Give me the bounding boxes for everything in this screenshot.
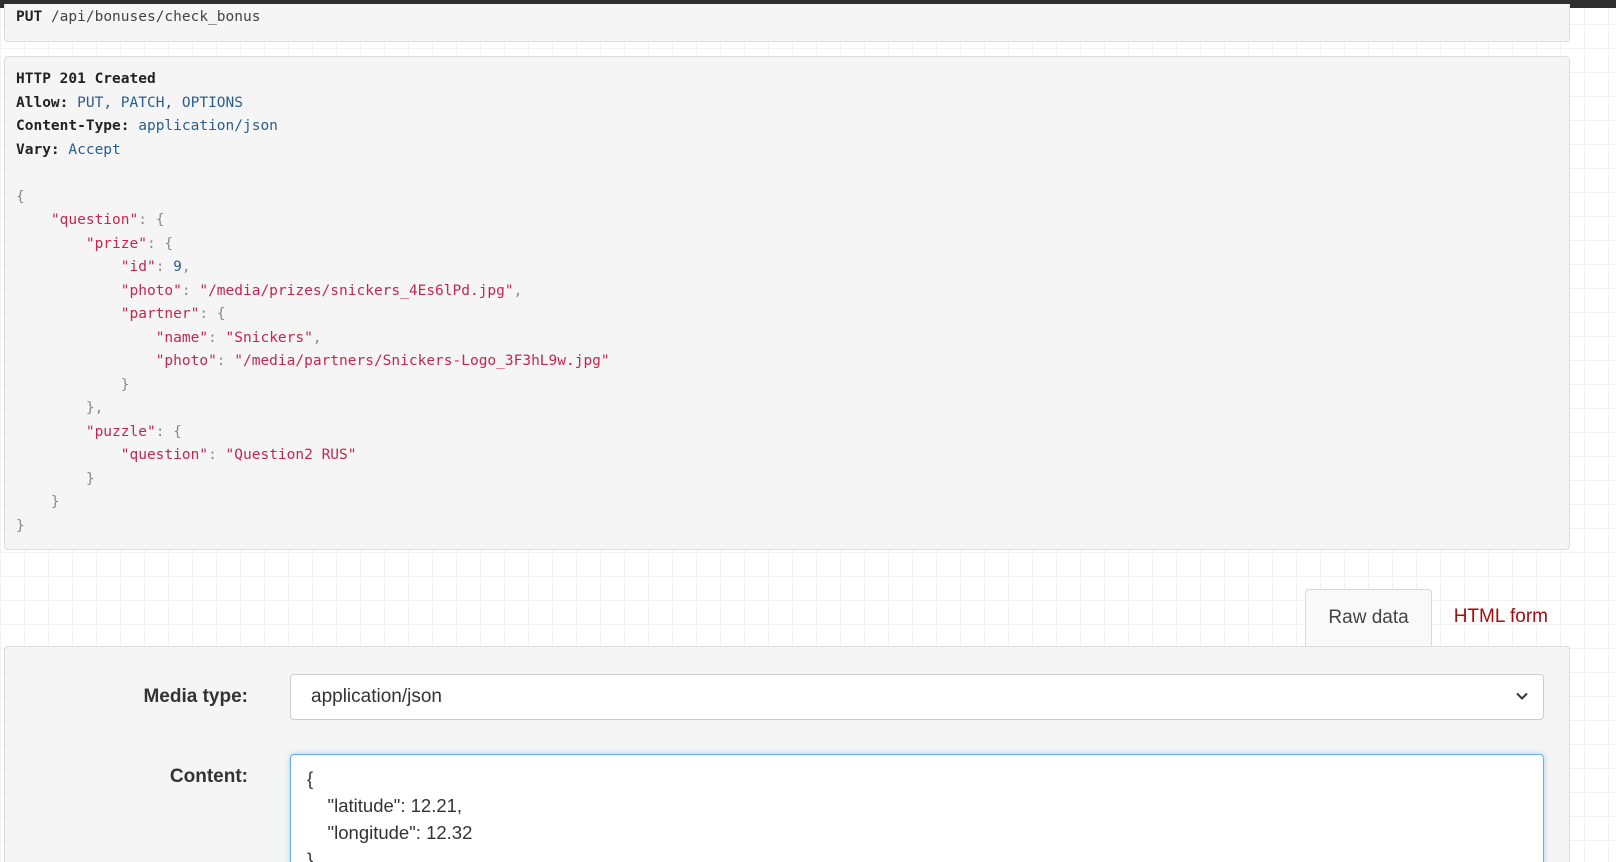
header-vary-key: Vary: (16, 141, 60, 158)
header-content-type-value: application/json (138, 118, 278, 134)
request-path: /api/bonuses/check_bonus (50, 9, 261, 25)
json-key-id: "id" (120, 259, 156, 275)
json-key-question: "question" (50, 212, 139, 228)
tab-html-form[interactable]: HTML form (1432, 589, 1570, 647)
scrollbar[interactable] (1570, 0, 1616, 862)
chevron-down-icon (1516, 692, 1528, 700)
json-value-partner-photo: "/media/partners/Snickers-Logo_3F3hL9w.j… (234, 353, 610, 369)
request-method: PUT (16, 9, 43, 25)
response-panel: HTTP 201 Created Allow: PUT, PATCH, OPTI… (4, 56, 1570, 550)
json-key-partner: "partner" (120, 306, 200, 322)
json-key-prize: "prize" (85, 235, 147, 252)
json-value-puzzle-question: "Question2 RUS" (225, 447, 357, 463)
json-key-puzzle: "puzzle" (85, 423, 156, 440)
content-label: Content: (169, 766, 248, 787)
api-browser-page: PUT /api/bonuses/check_bonus HTTP 201 Cr… (0, 0, 1616, 862)
response-status: HTTP 201 Created (16, 71, 156, 87)
header-allow-value: PUT, PATCH, OPTIONS (77, 94, 243, 111)
form-tabs: Raw data HTML form (1305, 589, 1570, 647)
json-key-name: "name" (155, 329, 209, 346)
header-vary-value: Accept (68, 141, 121, 158)
media-type-label: Media type: (143, 686, 248, 707)
content-textarea[interactable]: { "latitude": 12.21, "longitude": 12.32 … (290, 754, 1544, 862)
media-type-value: application/json (311, 686, 442, 707)
header-allow-key: Allow: (16, 94, 69, 111)
json-key-partner-photo: "photo" (155, 353, 217, 369)
json-value-photo: "/media/prizes/snickers_4Es6lPd.jpg" (199, 282, 514, 299)
request-line: PUT /api/bonuses/check_bonus (4, 4, 1570, 42)
tab-raw-data[interactable]: Raw data (1305, 589, 1432, 647)
json-key-puzzle-question: "question" (120, 447, 209, 463)
json-key-photo: "photo" (120, 282, 182, 299)
json-value-name: "Snickers" (225, 329, 313, 346)
header-content-type-key: Content-Type: (16, 118, 130, 134)
json-value-id: 9 (173, 259, 182, 275)
media-type-select[interactable]: application/json (290, 674, 1544, 720)
